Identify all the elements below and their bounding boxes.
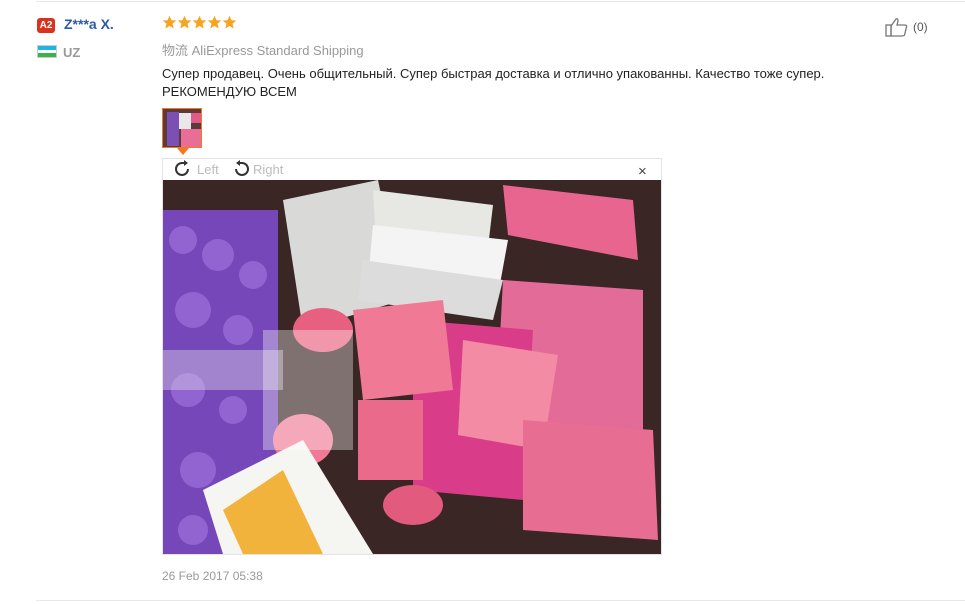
rotate-right-label: Right (253, 161, 284, 177)
star-icon (177, 15, 192, 29)
star-rating (162, 15, 237, 30)
rotate-right-button[interactable]: Right (229, 160, 283, 178)
rotate-left-icon (175, 160, 189, 176)
helpful-button[interactable]: (0) (885, 17, 928, 37)
rotate-left-label: Left (197, 161, 219, 177)
review-photo-thumbnail[interactable] (162, 108, 202, 148)
rotate-left-button[interactable]: Left (173, 160, 219, 178)
star-icon (162, 15, 177, 29)
photo-viewer: Left Right × (162, 158, 662, 555)
top-divider (36, 1, 965, 2)
bottom-divider (36, 600, 965, 601)
thumbnail-pointer (177, 148, 189, 155)
level-badge: A2 (37, 18, 55, 33)
flag-uz-icon (37, 45, 57, 58)
thumbs-up-icon (885, 18, 908, 37)
star-icon (222, 15, 237, 29)
review-date: 26 Feb 2017 05:38 (162, 569, 263, 583)
review-text: Супер продавец. Очень общительный. Супер… (162, 66, 825, 99)
shipping-method: AliExpress Standard Shipping (191, 43, 364, 58)
user-name: Z***a X. (64, 16, 114, 32)
shipping-info: 物流 AliExpress Standard Shipping (162, 40, 364, 59)
close-icon[interactable]: × (638, 163, 647, 180)
star-icon (192, 15, 207, 29)
review-photo (163, 180, 661, 554)
shipping-label: 物流 (162, 43, 189, 58)
rotate-right-icon (235, 160, 249, 176)
country-code: UZ (63, 45, 81, 60)
star-icon (207, 15, 222, 29)
helpful-count: (0) (913, 20, 928, 34)
